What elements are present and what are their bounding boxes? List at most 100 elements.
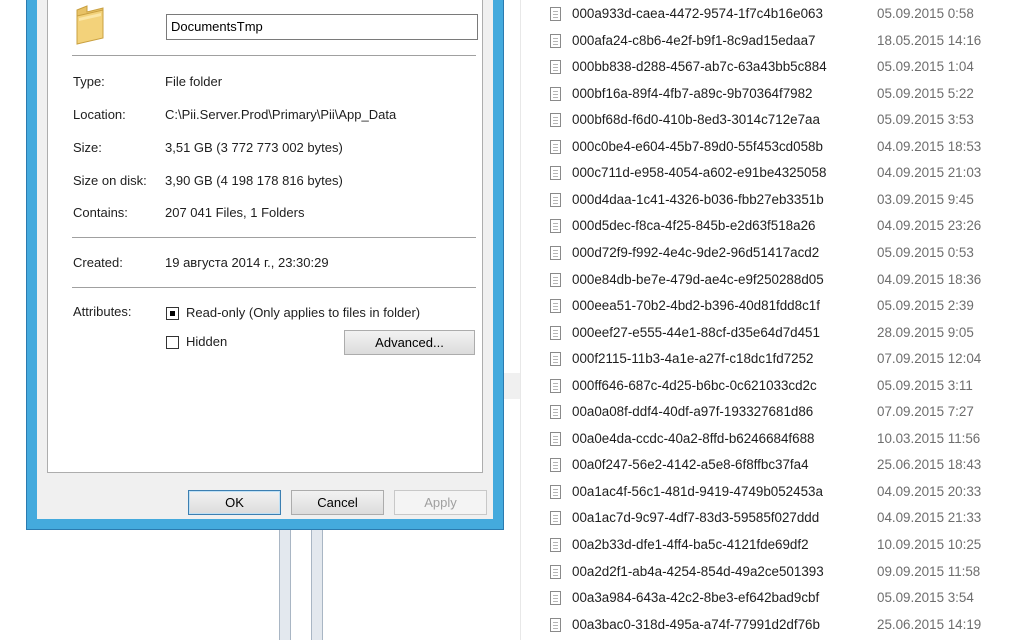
file-date-modified: 05.09.2015 0:53 [877,244,974,260]
hidden-checkbox[interactable] [166,336,179,349]
file-date-modified: 07.09.2015 12:04 [877,351,982,367]
file-icon [550,139,561,154]
file-name: 00a0a08f-ddf4-40df-a97f-193327681d86 [572,404,814,420]
ok-button[interactable]: OK [188,490,281,515]
file-row[interactable]: 000ff646-687c-4d25-b6bc-0c621033cd2c 05.0… [546,374,1024,401]
file-name: 000e84db-be7e-479d-ae4c-e9f250288d05 [572,271,824,287]
file-row[interactable]: 000bf68d-f6d0-410b-8ed3-3014c712e7aa 05.0… [546,108,1024,135]
created-value: 19 августа 2014 г., 23:30:29 [165,255,329,270]
file-date-modified: 05.09.2015 0:58 [877,6,974,21]
file-name: 00a1ac4f-56c1-481d-9419-4749b052453a [572,483,823,499]
size-label: Size: [73,140,102,155]
properties-dialog: DocumentsTmp Type: File folder Location:… [26,0,504,530]
file-row[interactable]: 000a933d-caea-4472-9574-1f7c4b16e063 05.0… [546,2,1024,29]
file-row[interactable]: 000c0be4-e604-45b7-89d0-55f453cd058b 04.0… [546,135,1024,162]
dialog-client-area: DocumentsTmp Type: File folder Location:… [37,0,493,519]
pane-divider [520,0,521,640]
file-row[interactable]: 000eef27-e555-44e1-88cf-d35e64d7d451 28.0… [546,321,1024,348]
file-date-modified: 03.09.2015 9:45 [877,191,974,207]
file-icon [550,299,561,314]
file-date-modified: 04.09.2015 18:53 [877,138,982,154]
file-name: 00a0f247-56e2-4142-a5e8-6f8ffbc37fa4 [572,457,809,473]
file-date-modified: 04.09.2015 21:03 [877,165,982,181]
file-row[interactable]: 000d4daa-1c41-4326-b036-fbb27eb3351b 03.0… [546,188,1024,215]
file-icon [550,352,561,367]
apply-button[interactable]: Apply [394,490,487,515]
file-name: 00a2d2f1-ab4a-4254-854d-49a2ce501393 [572,563,824,579]
file-icon [550,405,561,420]
background-window-edge [311,530,323,640]
file-row[interactable]: 000afa24-c8b6-4e2f-b9f1-8c9ad15edaa7 18.0… [546,29,1024,56]
file-row[interactable]: 00a1ac7d-9c97-4df7-83d3-59585f027ddd 04.0… [546,506,1024,533]
file-row[interactable]: 00a1ac4f-56c1-481d-9419-4749b052453a 04.0… [546,480,1024,507]
file-name: 00a2b33d-dfe1-4ff4-ba5c-4121fde69df2 [572,537,809,552]
hidden-label: Hidden [186,334,228,349]
contains-value: 207 041 Files, 1 Folders [165,205,305,220]
file-name: 000eef27-e555-44e1-88cf-d35e64d7d451 [572,324,820,340]
file-icon [550,538,561,552]
size-value: 3,51 GB (3 772 773 002 bytes) [165,140,343,155]
file-name: 000afa24-c8b6-4e2f-b9f1-8c9ad15edaa7 [572,32,816,48]
file-name: 000ff646-687c-4d25-b6bc-0c621033cd2c [572,377,817,393]
readonly-label: Read-only (Only applies to files in fold… [186,305,421,320]
file-date-modified: 10.09.2015 10:25 [877,537,982,552]
file-name: 00a3a984-643a-42c2-8be3-ef642bad9cbf [572,590,820,606]
file-icon [550,272,561,287]
file-date-modified: 04.09.2015 18:36 [877,271,982,287]
file-row[interactable]: 00a3bac0-318d-495a-a74f-77991d2df76b 25.0… [546,613,1024,640]
file-icon [550,219,561,234]
file-date-modified: 05.09.2015 1:04 [877,59,974,75]
readonly-checkbox[interactable] [166,307,179,320]
file-date-modified: 05.09.2015 3:53 [877,112,974,128]
file-row[interactable]: 00a0a08f-ddf4-40df-a97f-193327681d86 07.0… [546,400,1024,427]
file-date-modified: 05.09.2015 5:22 [877,85,974,101]
file-name: 000d5dec-f8ca-4f25-845b-e2d63f518a26 [572,218,816,234]
file-name: 000d4daa-1c41-4326-b036-fbb27eb3351b [572,191,824,207]
file-row[interactable]: 000bb838-d288-4567-ab7c-63a43bb5c884 05.0… [546,55,1024,82]
file-icon [550,192,561,207]
advanced-button[interactable]: Advanced... [344,330,475,355]
file-row[interactable]: 00a3a984-643a-42c2-8be3-ef642bad9cbf 05.0… [546,586,1024,613]
file-row[interactable]: 00a0f247-56e2-4142-a5e8-6f8ffbc37fa4 25.0… [546,453,1024,480]
file-row[interactable]: 000d5dec-f8ca-4f25-845b-e2d63f518a26 04.0… [546,214,1024,241]
file-name: 000bf68d-f6d0-410b-8ed3-3014c712e7aa [572,112,820,128]
file-name: 000eea51-70b2-4bd2-b396-40d81fdd8c1f [572,298,820,314]
file-date-modified: 05.09.2015 3:54 [877,590,974,606]
file-row[interactable]: 00a0e4da-ccdc-40a2-8ffd-b6246684f688 10.0… [546,427,1024,454]
file-date-modified: 04.09.2015 21:33 [877,510,982,526]
file-row[interactable]: 000eea51-70b2-4bd2-b396-40d81fdd8c1f 05.0… [546,294,1024,321]
background-selection [502,373,520,399]
file-icon [550,86,561,101]
location-label: Location: [73,107,126,122]
file-date-modified: 05.09.2015 2:39 [877,298,974,314]
file-row[interactable]: 00a2b33d-dfe1-4ff4-ba5c-4121fde69df2 10.0… [546,533,1024,560]
general-tab-page: DocumentsTmp Type: File folder Location:… [47,0,483,473]
file-row[interactable]: 000f2115-11b3-4a1e-a27f-c18dc1fd7252 07.0… [546,347,1024,374]
file-date-modified: 25.06.2015 18:43 [877,457,982,473]
file-name: 000f2115-11b3-4a1e-a27f-c18dc1fd7252 [572,351,814,367]
attributes-label: Attributes: [73,304,132,319]
file-icon [550,458,561,473]
location-value: C:\Pii.Server.Prod\Primary\Pii\App_Data [165,107,397,122]
file-icon [550,591,561,606]
file-row[interactable]: 000d72f9-f992-4e4c-9de2-96d51417acd2 05.0… [546,241,1024,268]
file-date-modified: 07.09.2015 7:27 [877,404,974,420]
file-row[interactable]: 00a2d2f1-ab4a-4254-854d-49a2ce501393 09.0… [546,560,1024,587]
folder-name-input[interactable]: DocumentsTmp [166,14,478,40]
file-icon [550,378,561,393]
file-name: 000c711d-e958-4054-a602-e91be4325058 [572,165,827,181]
file-row[interactable]: 000e84db-be7e-479d-ae4c-e9f250288d05 04.0… [546,268,1024,295]
file-date-modified: 04.09.2015 23:26 [877,218,982,234]
size-on-disk-value: 3,90 GB (4 198 178 816 bytes) [165,173,343,188]
file-list: 000a933d-caea-4472-9574-1f7c4b16e063 05.0… [546,0,1024,640]
file-icon [550,484,561,499]
file-row[interactable]: 000c711d-e958-4054-a602-e91be4325058 04.0… [546,161,1024,188]
background-window-edge [279,530,291,640]
cancel-button[interactable]: Cancel [291,490,384,515]
file-date-modified: 18.05.2015 14:16 [877,32,982,48]
file-icon [550,431,561,446]
file-date-modified: 04.09.2015 20:33 [877,483,982,499]
file-row[interactable]: 000bf16a-89f4-4fb7-a89c-9b70364f7982 05.0… [546,82,1024,109]
file-icon [550,617,561,632]
created-label: Created: [73,255,123,270]
